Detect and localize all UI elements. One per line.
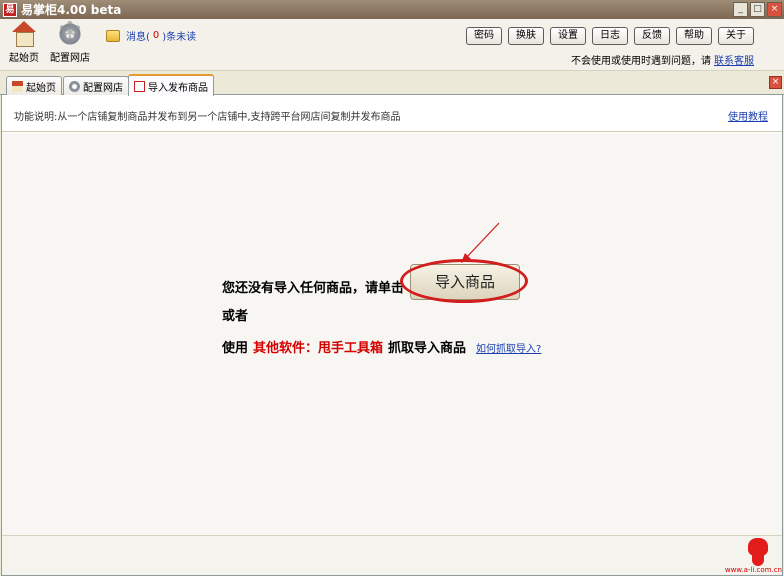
main-toolbar: 起始页 配置网店 消息( 0 )条未读 密码 换肤 设置 日志 反馈 帮助 关于… [0,17,784,71]
tool-button-group: 密码 换肤 设置 日志 反馈 帮助 关于 [466,27,754,45]
content-panel: 功能说明:从一个店铺复制商品并发布到另一个店铺中,支持跨平台网店间复制并发布商品… [1,95,783,576]
pointer-arrow-icon [461,222,500,263]
help-button[interactable]: 帮助 [676,27,712,45]
tutorial-link[interactable]: 使用教程 [728,108,768,123]
import-icon [134,80,145,92]
home-icon [10,21,38,47]
close-button[interactable]: × [767,2,782,17]
config-store-button[interactable]: 配置网店 [48,17,92,64]
help-text: 不会使用或使用时遇到问题，请 [571,56,711,67]
function-description-bar: 功能说明:从一个店铺复制商品并发布到另一个店铺中,支持跨平台网店间复制并发布商品… [2,95,782,132]
grab-import-text: 抓取导入商品 [388,341,467,356]
window-controls: _ □ × [733,2,782,17]
password-button[interactable]: 密码 [466,27,502,45]
title-bar: 易 易掌柜4.00 beta _ □ × [0,0,784,19]
message-count: 0 [152,30,160,41]
tab-label: 导入发布商品 [148,82,208,94]
watermark: www.a-li.com.cn [724,566,782,574]
import-goods-button[interactable]: 导入商品 [410,264,520,300]
status-bar: www.a-li.com.cn [2,535,782,575]
help-hint: 不会使用或使用时遇到问题，请 联系客服 [571,52,754,67]
tab-config-store[interactable]: 配置网店 [63,76,129,95]
home-label: 起始页 [9,53,39,64]
contact-support-link[interactable]: 联系客服 [714,56,754,67]
or-text: 或者 [222,309,249,324]
other-software-link[interactable]: 其他软件：甩手工具箱 [253,337,383,356]
config-store-label: 配置网店 [50,53,90,64]
tab-import-publish[interactable]: 导入发布商品 [128,74,214,96]
mascot-icon [744,538,772,568]
close-tab-button[interactable]: × [769,76,782,89]
minimize-button[interactable]: _ [733,2,748,17]
log-button[interactable]: 日志 [592,27,628,45]
message-suffix: )条未读 [162,32,197,43]
home-button[interactable]: 起始页 [2,21,46,64]
envelope-icon [106,29,120,42]
function-description: 功能说明:从一个店铺复制商品并发布到另一个店铺中,支持跨平台网店间复制并发布商品 [14,112,401,123]
tab-strip: 起始页 配置网店 导入发布商品 × [0,72,784,96]
home-icon [12,80,23,92]
use-prefix: 使用 [222,341,249,356]
feedback-button[interactable]: 反馈 [634,27,670,45]
gear-icon [69,80,80,92]
alternative-line: 使用 其他软件：甩手工具箱 抓取导入商品 如何抓取导入? [222,337,541,356]
tab-label: 起始页 [26,82,56,94]
skin-button[interactable]: 换肤 [508,27,544,45]
tab-label: 配置网店 [83,82,123,94]
app-logo-icon: 易 [3,2,17,17]
maximize-button[interactable]: □ [750,2,765,17]
message-prefix: 消息( [126,32,150,43]
settings-button[interactable]: 设置 [550,27,586,45]
message-indicator[interactable]: 消息( 0 )条未读 [106,28,196,43]
empty-state-area: 您还没有导入任何商品，请单击 导入商品 或者 使用 其他软件：甩手工具箱 抓取导… [2,133,782,535]
tab-home[interactable]: 起始页 [6,76,62,95]
about-button[interactable]: 关于 [718,27,754,45]
how-to-grab-link[interactable]: 如何抓取导入? [476,340,541,355]
empty-state-message: 您还没有导入任何商品，请单击 [222,281,405,296]
gear-icon [56,17,84,51]
